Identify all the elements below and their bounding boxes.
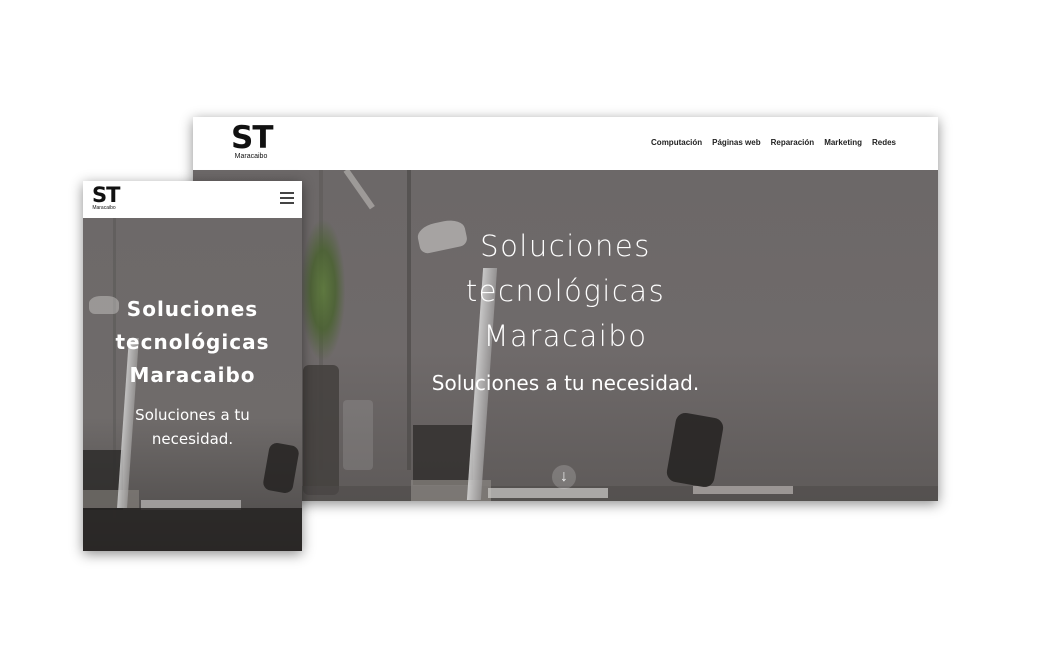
nav-item-redes[interactable]: Redes	[872, 138, 896, 147]
bg-box	[83, 490, 139, 508]
mobile-navbar: ST Maracaibo	[83, 181, 302, 218]
bg-glass	[343, 400, 373, 470]
mobile-hero-title: Soluciones tecnológicas Maracaibo	[83, 293, 302, 392]
hero-subtitle-line: necesidad.	[151, 430, 234, 448]
hero-title-line: Maracaibo	[129, 363, 256, 387]
logo-subtitle: Maracaibo	[234, 153, 268, 160]
mockup-stage: ST Maracaibo Computación Páginas web Rep…	[0, 0, 1061, 651]
desktop-hero-subtitle: Soluciones a tu necesidad.	[431, 371, 700, 395]
desktop-hero-title: Soluciones tecnológicas Maracaibo	[193, 224, 938, 359]
desktop-main-menu: Computación Páginas web Reparación Marke…	[651, 138, 896, 147]
desktop-mockup: ST Maracaibo Computación Páginas web Rep…	[193, 117, 938, 501]
nav-item-computacion[interactable]: Computación	[651, 138, 702, 147]
arrow-down-icon[interactable]: ↓	[552, 465, 576, 489]
mobile-hero-subtitle: Soluciones a tu necesidad.	[83, 403, 302, 451]
bg-lamp-arm	[343, 170, 375, 210]
mobile-hero: Soluciones tecnológicas Maracaibo Soluci…	[83, 218, 302, 551]
logo-subtitle: Maracaibo	[92, 205, 116, 211]
nav-item-reparacion[interactable]: Reparación	[771, 138, 815, 147]
hero-title-line: tecnológicas	[465, 274, 666, 308]
hero-title-line: Soluciones	[126, 297, 259, 321]
mobile-logo[interactable]: ST Maracaibo	[92, 183, 120, 211]
nav-item-paginas-web[interactable]: Páginas web	[712, 138, 760, 147]
hamburger-menu-icon[interactable]	[280, 192, 294, 204]
logo-mark: ST	[92, 183, 120, 207]
nav-item-marketing[interactable]: Marketing	[824, 138, 862, 147]
bg-phone	[665, 411, 725, 489]
hero-title-line: Maracaibo	[483, 319, 648, 353]
mobile-mockup: ST Maracaibo Soluciones tecnológicas Mar…	[83, 181, 302, 551]
desktop-hero: Soluciones tecnológicas Maracaibo Soluci…	[193, 170, 938, 501]
hero-title-line: Soluciones	[480, 229, 651, 263]
bg-monitor	[413, 425, 473, 485]
hero-subtitle-line: Soluciones a tu	[135, 406, 250, 424]
bg-book	[693, 486, 793, 494]
bg-table	[83, 508, 302, 551]
hero-title-line: tecnológicas	[115, 330, 270, 354]
bg-keyboard	[488, 488, 608, 498]
logo-mark: ST	[231, 120, 273, 156]
desktop-navbar: ST Maracaibo Computación Páginas web Rep…	[193, 117, 938, 170]
desktop-logo[interactable]: ST Maracaibo	[231, 120, 273, 161]
